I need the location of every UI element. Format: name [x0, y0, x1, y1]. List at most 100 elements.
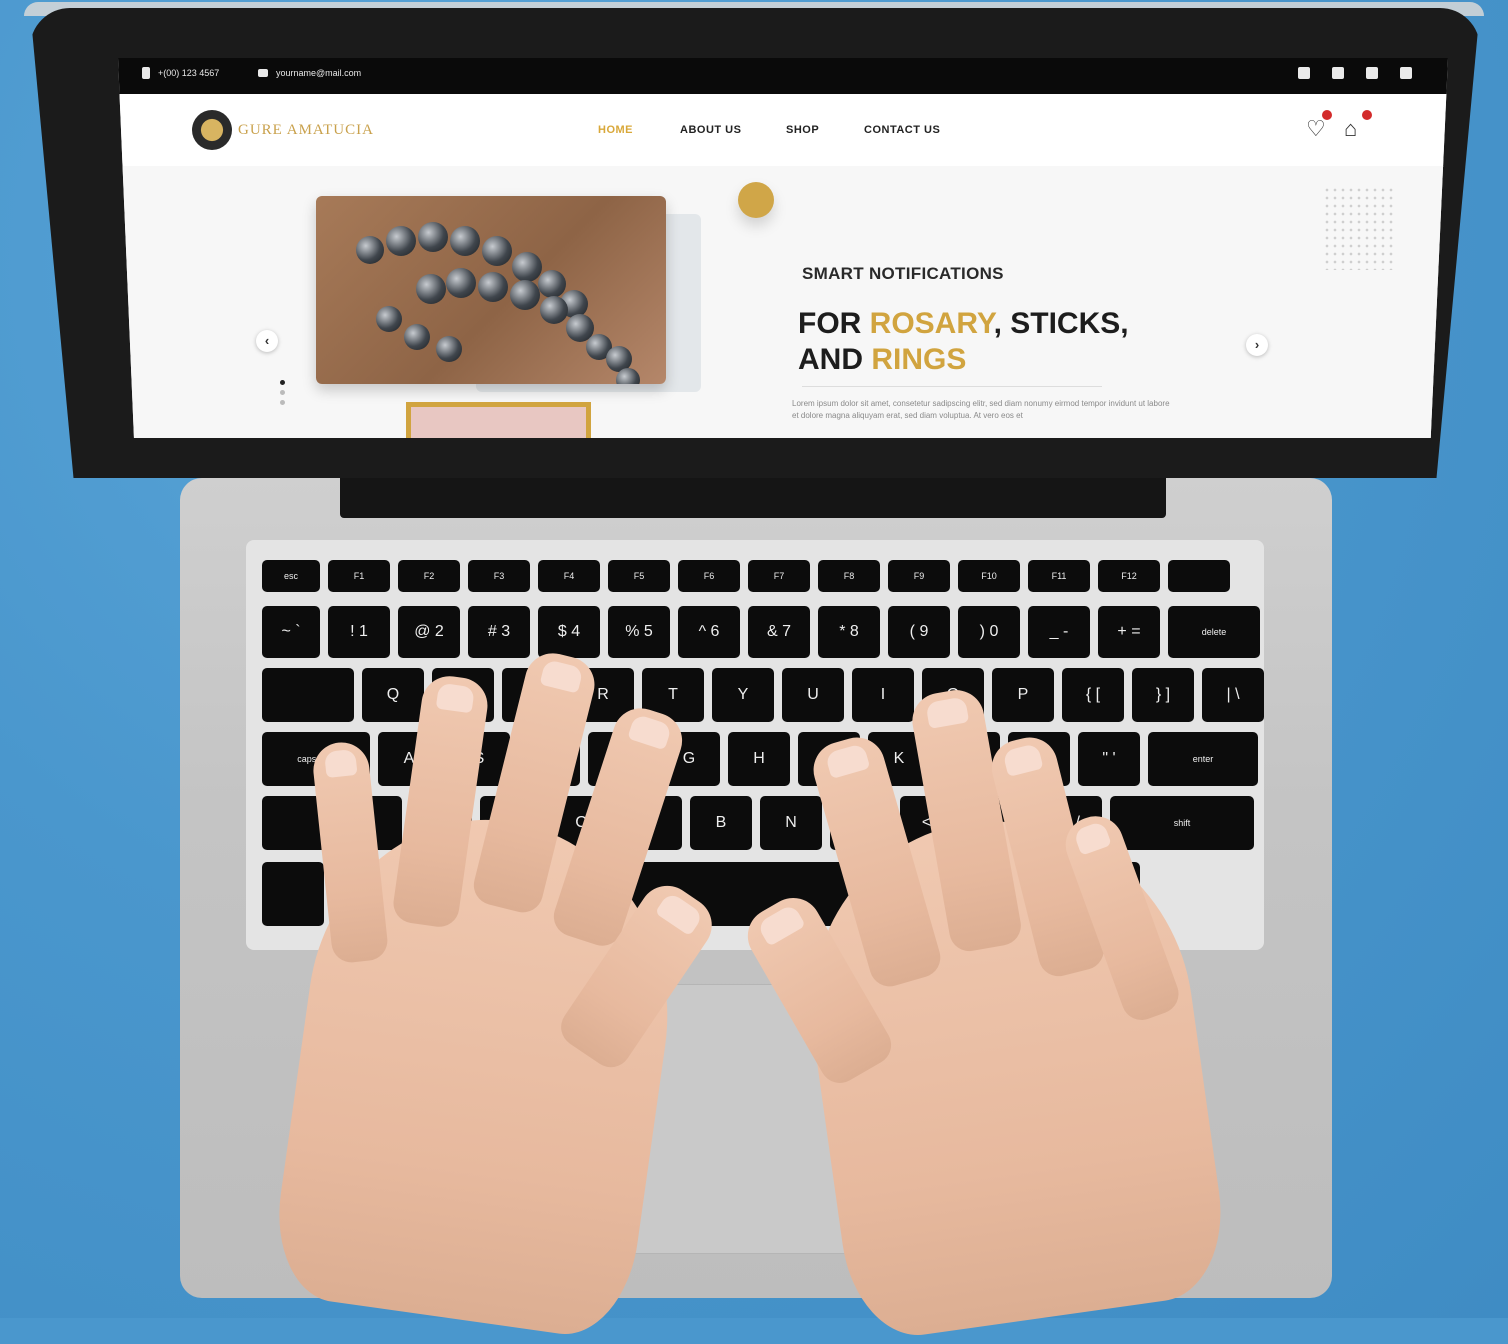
keyboard-key[interactable]: F8: [818, 560, 880, 592]
keyboard-key[interactable]: ~ `: [262, 606, 320, 658]
wishlist-badge: [1322, 110, 1332, 120]
hero-secondary-image: [406, 402, 591, 438]
rosary-bead: [538, 270, 566, 298]
rosary-bead: [540, 296, 568, 324]
keyboard-key[interactable]: delete: [1168, 606, 1260, 658]
hero-body-text: Lorem ipsum dolor sit amet, consetetur s…: [792, 399, 1170, 420]
keyboard-key[interactable]: + =: [1098, 606, 1160, 658]
keyboard-key[interactable]: I: [852, 668, 914, 722]
keyboard-key[interactable]: " ': [1078, 732, 1140, 786]
brand-logo-icon[interactable]: [192, 110, 232, 150]
instagram-icon[interactable]: [1366, 67, 1378, 79]
keyboard-key[interactable]: F4: [538, 560, 600, 592]
keyboard-key[interactable]: # 3: [468, 606, 530, 658]
keyboard-key[interactable]: Q: [362, 668, 424, 722]
rosary-bead: [376, 306, 402, 332]
hero-headline: FOR ROSARY, STICKS, AND RINGS: [798, 306, 1218, 378]
brand-logo-text[interactable]: GURE AMATUCIA: [238, 122, 374, 139]
decorative-dot-grid: [1323, 186, 1393, 270]
headline-rosary: ROSARY: [869, 307, 994, 340]
keyboard-key[interactable]: * 8: [818, 606, 880, 658]
decorative-gold-circle: [738, 182, 774, 218]
rosary-bead: [356, 236, 384, 264]
wishlist-icon[interactable]: ♡: [1306, 116, 1326, 142]
keyboard-key[interactable]: H: [728, 732, 790, 786]
topbar-email[interactable]: yourname@mail.com: [276, 68, 361, 78]
rosary-bead: [512, 252, 542, 282]
keyboard-function-row: esc F1 F2 F3 F4 F5 F6 F7 F8 F9 F10 F11 F12: [262, 560, 1230, 592]
headline-line1-prefix: FOR: [798, 307, 870, 340]
headline-line1-suffix: , STICKS,: [993, 307, 1129, 340]
topbar-phone[interactable]: +(00) 123 4567: [158, 68, 219, 78]
rosary-bead: [510, 280, 540, 310]
keyboard-key[interactable]: ! 1: [328, 606, 390, 658]
rosary-bead: [436, 336, 462, 362]
keyboard-key[interactable]: F6: [678, 560, 740, 592]
laptop-screen: +(00) 123 4567 yourname@mail.com GURE AM…: [118, 58, 1448, 438]
keyboard-qwerty-row: QWERTYUIOP{ [} ]| \: [262, 668, 1264, 722]
rosary-bead: [416, 274, 446, 304]
hero-divider: [802, 386, 1102, 387]
twitter-icon[interactable]: [1332, 67, 1344, 79]
keyboard-key[interactable]: shift: [1110, 796, 1254, 850]
nav-shop[interactable]: SHOP: [786, 124, 819, 136]
keyboard-key[interactable]: enter: [1148, 732, 1258, 786]
keyboard-key[interactable]: F10: [958, 560, 1020, 592]
keyboard-key[interactable]: F5: [608, 560, 670, 592]
cart-icon[interactable]: ⌂: [1344, 116, 1357, 142]
rosary-bead: [446, 268, 476, 298]
keyboard-key[interactable]: F3: [468, 560, 530, 592]
keyboard-key[interactable]: F2: [398, 560, 460, 592]
keyboard-key[interactable]: & 7: [748, 606, 810, 658]
keyboard-key[interactable]: B: [690, 796, 752, 850]
keyboard-key[interactable]: | \: [1202, 668, 1264, 722]
rosary-bead: [616, 368, 640, 384]
keyboard-key[interactable]: F7: [748, 560, 810, 592]
keyboard-key[interactable]: { [: [1062, 668, 1124, 722]
nav-home[interactable]: HOME: [598, 124, 633, 136]
mail-icon: [258, 69, 268, 77]
keyboard-key[interactable]: $ 4: [538, 606, 600, 658]
hero-slider: SMART NOTIFICATIONS FOR ROSARY, STICKS, …: [118, 166, 1448, 438]
keyboard-key[interactable]: F9: [888, 560, 950, 592]
keyboard-key[interactable]: F11: [1028, 560, 1090, 592]
keyboard-key[interactable]: _ -: [1028, 606, 1090, 658]
keyboard-key[interactable]: esc: [262, 560, 320, 592]
keyboard-key[interactable]: ^ 6: [678, 606, 740, 658]
keyboard-key[interactable]: N: [760, 796, 822, 850]
youtube-icon[interactable]: [1400, 67, 1412, 79]
rosary-bead: [450, 226, 480, 256]
slider-dot-1[interactable]: [280, 380, 285, 385]
rosary-bead: [482, 236, 512, 266]
rosary-bead: [386, 226, 416, 256]
slider-dot-2[interactable]: [280, 390, 285, 395]
keyboard-key[interactable]: F12: [1098, 560, 1160, 592]
keyboard-key[interactable]: F1: [328, 560, 390, 592]
slider-dot-3[interactable]: [280, 400, 285, 405]
keyboard-key[interactable]: @ 2: [398, 606, 460, 658]
rosary-bead: [418, 222, 448, 252]
keyboard-key[interactable]: [1168, 560, 1230, 592]
slider-prev-button[interactable]: ‹: [256, 330, 278, 352]
keyboard-key[interactable]: U: [782, 668, 844, 722]
keyboard-key[interactable]: % 5: [608, 606, 670, 658]
rosary-bead: [404, 324, 430, 350]
phone-icon: [142, 67, 150, 79]
website-navbar: GURE AMATUCIA HOME ABOUT US SHOP CONTACT…: [118, 94, 1448, 167]
keyboard-key[interactable]: } ]: [1132, 668, 1194, 722]
keyboard-key[interactable]: [262, 668, 354, 722]
slider-next-button[interactable]: ›: [1246, 334, 1268, 356]
hero-eyebrow: SMART NOTIFICATIONS: [802, 264, 1004, 283]
nav-about-us[interactable]: ABOUT US: [680, 124, 741, 136]
keyboard-key[interactable]: ( 9: [888, 606, 950, 658]
hero-rosary-image: [316, 196, 666, 384]
rosary-bead: [478, 272, 508, 302]
keyboard-key[interactable]: P: [992, 668, 1054, 722]
keyboard-key[interactable]: [262, 862, 324, 926]
headline-rings: RINGS: [871, 343, 967, 376]
keyboard-key[interactable]: ) 0: [958, 606, 1020, 658]
keyboard-key[interactable]: Y: [712, 668, 774, 722]
nav-contact-us[interactable]: CONTACT US: [864, 124, 940, 136]
facebook-icon[interactable]: [1298, 67, 1310, 79]
website-topbar: +(00) 123 4567 yourname@mail.com: [118, 58, 1448, 94]
